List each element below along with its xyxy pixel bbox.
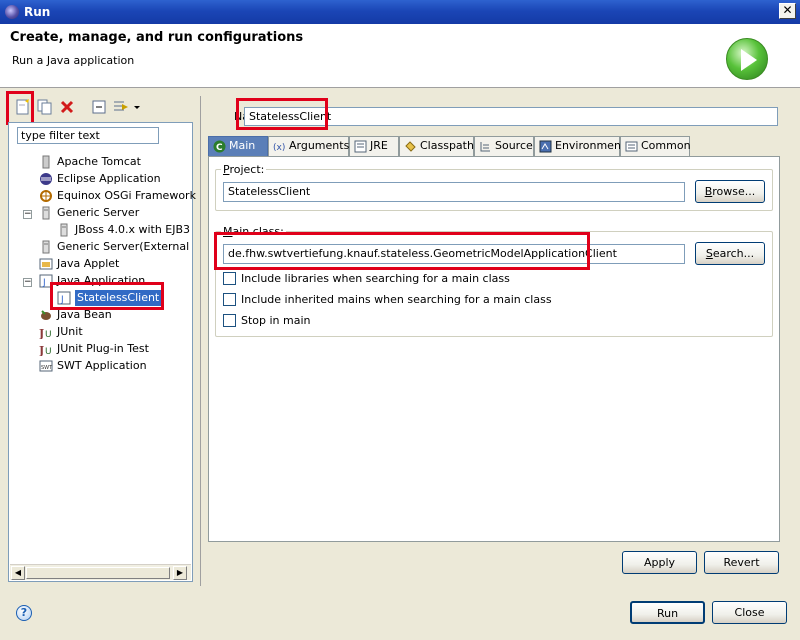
window-title: Run [24, 5, 51, 19]
tab-environment[interactable]: Environment [534, 136, 625, 156]
highlight-name-field [236, 98, 328, 130]
config-tabs: C Main (x) Arguments JRE Classpath Sourc… [208, 136, 780, 158]
dialog-header: Create, manage, and run configurations R… [0, 24, 800, 88]
main-tab-content: Project: StatelessClient Browse... Main … [208, 156, 780, 542]
filter-input[interactable]: type filter text [17, 127, 159, 144]
tab-common[interactable]: Common [620, 136, 691, 156]
tab-arguments[interactable]: (x) Arguments [268, 136, 349, 156]
svg-text:J: J [39, 344, 44, 356]
arguments-icon: (x) [273, 140, 286, 153]
svg-text:C: C [216, 143, 223, 153]
common-icon [625, 140, 638, 153]
window-close-button[interactable]: ✕ [779, 3, 796, 19]
title-bar: Run ✕ [0, 0, 800, 24]
applet-icon [39, 257, 53, 271]
duplicate-icon[interactable] [36, 98, 54, 116]
server-icon [39, 240, 53, 254]
browse-button[interactable]: Browse... [695, 180, 765, 203]
osgi-icon [39, 189, 53, 203]
dialog-title: Create, manage, and run configurations [10, 30, 304, 45]
dialog-subtitle: Run a Java application [12, 54, 135, 67]
horizontal-scrollbar[interactable]: ◀ ▶ [10, 564, 191, 580]
tab-source[interactable]: Source [474, 136, 534, 156]
collapse-all-icon[interactable] [90, 98, 108, 116]
include-libraries-label: Include libraries when searching for a m… [241, 272, 510, 285]
main-class-icon: C [213, 140, 226, 153]
tab-classpath[interactable]: Classpath [399, 136, 474, 156]
server-icon [39, 206, 53, 220]
eclipse-icon [5, 5, 19, 19]
svg-text:(x): (x) [273, 143, 285, 153]
classpath-icon [404, 140, 417, 153]
svg-text:J: J [42, 278, 46, 288]
svg-text:J: J [39, 327, 44, 339]
stop-in-main-label: Stop in main [241, 314, 311, 327]
revert-button[interactable]: Revert [704, 551, 779, 574]
svg-text:SWT: SWT [41, 365, 53, 371]
bean-icon [39, 308, 53, 322]
junit-plugin-icon: JU [38, 342, 53, 357]
environment-icon [539, 140, 552, 153]
run-button[interactable]: Run [630, 601, 705, 624]
run-icon [726, 38, 768, 80]
tab-jre[interactable]: JRE [349, 136, 399, 156]
dropdown-arrow-icon[interactable] [132, 98, 142, 116]
svg-text:U: U [45, 347, 52, 356]
expander-java-application[interactable]: − [23, 278, 32, 287]
stop-in-main-checkbox[interactable] [223, 314, 236, 327]
project-label: Project: [221, 163, 267, 176]
include-inherited-label: Include inherited mains when searching f… [241, 293, 552, 306]
config-tree-panel: type filter text Apache Tomcat Eclipse A… [8, 122, 196, 582]
tree-item-generic-server-external[interactable]: Generic Server(External Launch) [39, 239, 189, 255]
highlight-statelessclient [50, 282, 164, 310]
expander-generic-server[interactable]: − [23, 210, 32, 219]
server-icon [57, 223, 71, 237]
swt-icon: SWT [39, 359, 53, 373]
config-toolbar [6, 96, 196, 120]
delete-icon[interactable] [58, 98, 76, 116]
project-field[interactable]: StatelessClient [223, 182, 685, 202]
filter-icon[interactable] [112, 98, 130, 116]
help-icon[interactable]: ? [16, 605, 32, 621]
include-inherited-checkbox[interactable] [223, 293, 236, 306]
close-button[interactable]: Close [712, 601, 787, 624]
include-libraries-checkbox[interactable] [223, 272, 236, 285]
source-icon [479, 140, 492, 153]
junit-icon: JU [38, 325, 53, 340]
svg-text:U: U [45, 330, 52, 339]
scroll-right-icon[interactable]: ▶ [173, 566, 187, 580]
scroll-left-icon[interactable]: ◀ [11, 566, 25, 580]
search-button[interactable]: Search... [695, 242, 765, 265]
eclipse-icon [39, 172, 53, 186]
scroll-thumb[interactable] [26, 567, 170, 579]
highlight-new-config [6, 91, 34, 125]
jre-icon [354, 140, 367, 153]
highlight-main-class [214, 232, 590, 270]
tab-main[interactable]: C Main [208, 136, 268, 156]
apply-button[interactable]: Apply [622, 551, 697, 574]
tomcat-icon [39, 155, 53, 169]
